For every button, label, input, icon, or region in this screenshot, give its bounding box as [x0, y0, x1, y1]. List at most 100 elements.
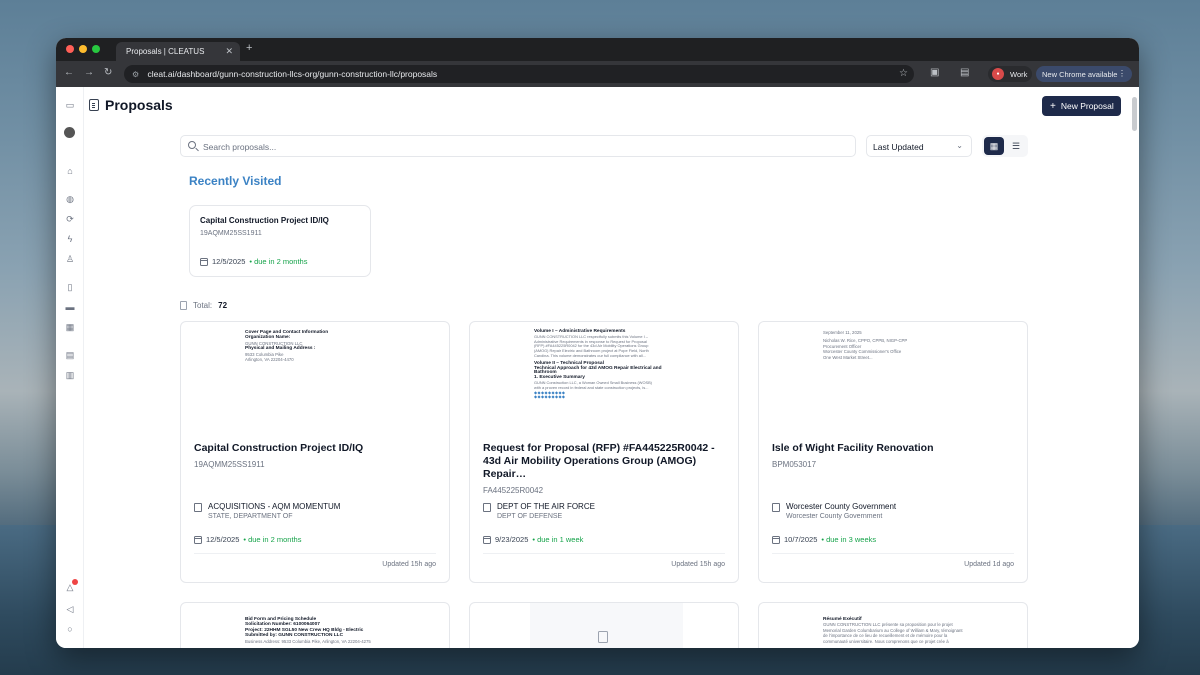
building-icon — [194, 503, 202, 512]
maximize-window-button[interactable] — [92, 45, 100, 53]
user-search-icon[interactable]: ♙ — [64, 253, 76, 265]
document-preview: Volume I – Administrative Requirements G… — [534, 329, 662, 400]
globe-icon[interactable]: ◍ — [64, 193, 76, 205]
divider — [483, 553, 725, 554]
total-count: Total: 72 — [180, 301, 227, 310]
divider — [772, 553, 1014, 554]
calendar-icon — [772, 535, 780, 544]
chrome-update-button[interactable]: New Chrome available ⋮ — [1036, 66, 1132, 82]
more-menu-icon[interactable]: ⋮ — [1118, 69, 1126, 78]
app-content: ▭ ⌂ ◍ ⟳ ϟ ♙ ▯ ▬ ▦ ▤ ▥ △ ◁ ○ Proposals + N… — [56, 87, 1139, 648]
new-proposal-button[interactable]: + New Proposal — [1042, 96, 1121, 116]
sort-select[interactable]: Last Updated ⌄ — [866, 135, 972, 157]
recent-proposal-card[interactable]: Capital Construction Project ID/IQ 19AQM… — [189, 205, 371, 277]
proposal-card[interactable]: Résumé Exécutif GUNN CONSTRUCTION LLC pr… — [758, 602, 1028, 648]
search-input[interactable]: Search proposals... — [180, 135, 856, 157]
proposal-card[interactable]: Volume I – Administrative Requirements G… — [469, 321, 739, 583]
calendar-icon — [483, 535, 491, 544]
megaphone-icon[interactable]: ◁ — [64, 603, 76, 615]
building-icon — [483, 503, 491, 512]
card-agency: DEPT OF THE AIR FORCE DEPT OF DEFENSE — [483, 502, 595, 520]
browser-window: Proposals | CLEATUS ✕ + ← → ↻ ⚙ cleat.ai… — [56, 38, 1139, 648]
collapse-sidebar-icon[interactable]: ▭ — [64, 99, 76, 111]
file-placeholder-icon — [598, 631, 608, 643]
recent-card-date: 12/5/2025 — [212, 257, 246, 266]
proposal-card[interactable]: Cover Page and Contact Information Organ… — [180, 321, 450, 583]
browser-toolbar: ← → ↻ ⚙ cleat.ai/dashboard/gunn-construc… — [56, 61, 1139, 87]
building-icon[interactable]: ▦ — [64, 321, 76, 333]
side-panel-icon[interactable]: ▤ — [960, 67, 969, 78]
card-title: Capital Construction Project ID/IQ — [194, 442, 364, 454]
minimize-window-button[interactable] — [79, 45, 87, 53]
card-updated: Updated 1d ago — [964, 561, 1014, 568]
tab-title: Proposals | CLEATUS — [126, 47, 205, 56]
site-settings-icon[interactable]: ⚙ — [132, 70, 139, 79]
card-agency: Worcester County Government Worcester Cou… — [772, 502, 896, 520]
sync-icon[interactable]: ⟳ — [64, 213, 76, 225]
close-window-button[interactable] — [66, 45, 74, 53]
org-avatar[interactable] — [64, 127, 76, 139]
document-preview: Cover Page and Contact Information Organ… — [245, 330, 329, 363]
recent-card-id: 19AQMM25SS1911 — [200, 230, 262, 237]
nav-rail: ▭ ⌂ ◍ ⟳ ϟ ♙ ▯ ▬ ▦ ▤ ▥ △ ◁ ○ — [56, 87, 84, 648]
new-proposal-label: New Proposal — [1060, 101, 1114, 111]
extensions-icon[interactable]: ▣ — [930, 67, 939, 78]
browser-tab[interactable]: Proposals | CLEATUS ✕ — [116, 42, 240, 61]
bolt-icon[interactable]: ϟ — [64, 233, 76, 245]
total-label: Total: — [193, 301, 213, 310]
view-toggle: ▦ ☰ — [982, 135, 1028, 157]
sort-value: Last Updated — [873, 142, 924, 152]
card-title: Request for Proposal (RFP) #FA445225R004… — [483, 442, 715, 480]
building-icon — [772, 503, 780, 512]
proposal-card[interactable]: September 11, 2025 Nicholas W. Rice, CPP… — [758, 321, 1028, 583]
chevron-down-icon: ⌄ — [956, 141, 963, 150]
briefcase-icon[interactable]: ▬ — [64, 301, 76, 313]
tab-close-icon[interactable]: ✕ — [225, 46, 233, 57]
document-preview: September 11, 2025 Nicholas W. Rice, CPP… — [823, 330, 908, 360]
scrollbar[interactable] — [1132, 97, 1137, 131]
calendar-icon — [200, 257, 208, 266]
profile-button[interactable]: ● Work — [988, 66, 1032, 82]
profile-avatar: ● — [992, 68, 1004, 80]
new-tab-icon[interactable]: + — [246, 42, 252, 54]
home-icon[interactable]: ⌂ — [64, 165, 76, 177]
proposal-card[interactable]: Bid Form and Pricing Schedule Solicitati… — [180, 602, 450, 648]
card-id: FA445225R0042 — [483, 486, 544, 495]
card-title: Isle of Wight Facility Renovation — [772, 442, 934, 454]
document-icon[interactable]: ▯ — [64, 281, 76, 293]
proposal-card[interactable] — [469, 602, 739, 648]
page-title: Proposals — [105, 97, 173, 113]
card-updated: Updated 15h ago — [382, 561, 436, 568]
page-header: Proposals — [89, 97, 173, 113]
search-icon — [188, 141, 196, 149]
grid-view-icon[interactable]: ▦ — [984, 137, 1004, 155]
bookmark-star-icon[interactable]: ☆ — [899, 68, 908, 79]
card-date-row: 10/7/2025 • due in 3 weeks — [772, 535, 876, 544]
list-view-icon[interactable]: ☰ — [1006, 137, 1026, 155]
window-controls — [66, 45, 100, 53]
forward-icon[interactable]: → — [84, 67, 94, 78]
divider — [194, 553, 436, 554]
proposals-icon — [89, 99, 99, 111]
card-date-row: 9/23/2025 • due in 1 week — [483, 535, 583, 544]
card-date-row: 12/5/2025 • due in 2 months — [194, 535, 301, 544]
notification-dot — [72, 579, 78, 585]
recently-visited-heading: Recently Visited — [189, 174, 282, 188]
search-placeholder: Search proposals... — [203, 142, 277, 152]
profile-label: Work — [1010, 70, 1028, 79]
total-value: 72 — [218, 301, 228, 310]
chrome-update-label: New Chrome available — [1042, 70, 1118, 79]
book-icon[interactable]: ▥ — [64, 369, 76, 381]
chat-icon[interactable]: ○ — [64, 623, 76, 635]
recent-card-date-row: 12/5/2025 • due in 2 months — [200, 257, 307, 266]
recent-card-title: Capital Construction Project ID/IQ — [200, 216, 329, 225]
bell-icon[interactable]: △ — [64, 579, 78, 593]
calendar-icon — [194, 535, 202, 544]
address-bar[interactable]: ⚙ cleat.ai/dashboard/gunn-construction-l… — [124, 65, 914, 83]
back-icon[interactable]: ← — [64, 67, 74, 78]
reload-icon[interactable]: ↻ — [104, 67, 112, 78]
card-updated: Updated 15h ago — [671, 561, 725, 568]
tab-strip: Proposals | CLEATUS ✕ + — [56, 38, 1139, 61]
url-text: cleat.ai/dashboard/gunn-construction-llc… — [147, 69, 438, 79]
calendar-icon[interactable]: ▤ — [64, 349, 76, 361]
